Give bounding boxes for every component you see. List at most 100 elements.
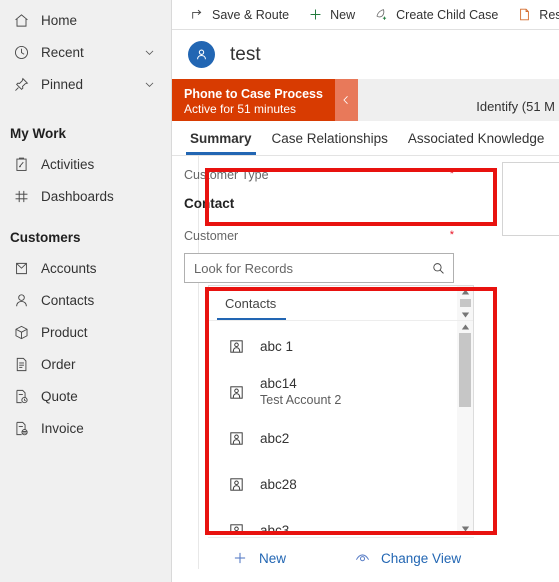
chevron-down-icon[interactable] [141, 44, 157, 60]
sidebar-item-contacts[interactable]: Contacts [0, 284, 171, 316]
sidebar-group-customers: Customers [10, 229, 81, 245]
lookup-change-view-label: Change View [381, 550, 462, 566]
tab-label: Case Relationships [271, 130, 388, 146]
list-item[interactable]: abc2 [209, 415, 457, 461]
sidebar-item-label: Pinned [41, 76, 84, 92]
bpf-status: Active for 51 minutes [184, 102, 297, 116]
lookup-placeholder-text: Look for Records [194, 260, 293, 276]
new-button[interactable]: New [298, 1, 364, 29]
sidebar-item-label: Contacts [41, 292, 95, 308]
sidebar-item-label: Dashboards [41, 188, 114, 204]
sidebar-item-activities[interactable]: Activities [0, 148, 171, 180]
field-label: Customer [184, 229, 239, 243]
plus-icon [307, 6, 324, 23]
record-header: test [172, 30, 559, 79]
bpf-stage-area[interactable]: Identify (51 M [357, 79, 559, 121]
chevron-left-icon[interactable] [334, 79, 358, 121]
field-label-row: Customer * [184, 229, 454, 249]
field-customer[interactable]: Customer * Look for Records [184, 229, 454, 283]
sidebar-item-order[interactable]: Order [0, 348, 171, 380]
field-label-row: Customer Type * [184, 168, 454, 188]
sidebar-item-product[interactable]: Product [0, 316, 171, 348]
sidebar-item-accounts[interactable]: Accounts [0, 252, 171, 284]
sidebar-item-label: Product [41, 324, 88, 340]
bpf-name-block[interactable]: Phone to Case Process Active for 51 minu… [172, 79, 335, 121]
sidebar-item-quote[interactable]: Quote [0, 380, 171, 412]
lookup-list-wrap: abc 1 abc14 Test Account 2 abc2 abc28 ab… [209, 321, 473, 534]
tab-case-relationships[interactable]: Case Relationships [262, 122, 398, 155]
form-tab-strip: Summary Case Relationships Associated Kn… [172, 121, 559, 156]
triangle-up-icon[interactable] [459, 322, 471, 331]
triangle-up-icon[interactable] [459, 287, 471, 296]
eye-icon [352, 548, 372, 568]
sidebar-item-label: Order [41, 356, 76, 372]
field-label: Customer Type [184, 168, 269, 182]
lookup-new-button[interactable]: New [230, 548, 286, 568]
route-arrow-icon [189, 6, 206, 23]
save-and-route-button[interactable]: Save & Route [180, 1, 298, 29]
customer-lookup-input[interactable]: Look for Records [184, 253, 454, 283]
sidebar-item-pinned[interactable]: Pinned [0, 68, 171, 100]
tab-associated-knowledge[interactable]: Associated Knowledge [398, 122, 555, 155]
lookup-change-view-button[interactable]: Change View [352, 548, 461, 568]
list-item[interactable]: abc28 [209, 461, 457, 507]
search-icon[interactable] [429, 259, 447, 277]
chevron-down-icon[interactable] [141, 76, 157, 92]
account-icon [10, 257, 32, 279]
contact-card-icon [227, 429, 246, 448]
lookup-list-scroll-thumb[interactable] [459, 333, 471, 407]
lookup-tab-scrollbar[interactable] [457, 286, 473, 320]
dashboards-icon [10, 185, 32, 207]
create-child-case-button[interactable]: Create Child Case [364, 1, 507, 29]
sidebar-item-home[interactable]: Home [0, 4, 171, 36]
sitemap-sidebar: Home Recent Pinned My Work Activities Da… [0, 0, 172, 582]
lookup-new-label: New [259, 550, 287, 566]
sidebar-item-label: Invoice [41, 420, 84, 436]
home-icon [10, 9, 32, 31]
sidebar-item-label: Activities [41, 156, 95, 172]
clock-icon [10, 41, 32, 63]
page-title: test [230, 43, 261, 65]
activities-icon [10, 153, 32, 175]
document-icon [10, 353, 32, 375]
lookup-tab-label: Contacts [225, 295, 277, 311]
contact-card-icon [227, 337, 246, 356]
sidebar-item-label: Quote [41, 388, 78, 404]
field-value[interactable]: Contact [184, 188, 454, 211]
tab-label: Summary [190, 130, 252, 146]
list-item[interactable]: abc3 [209, 507, 457, 534]
sidebar-item-label: Recent [41, 44, 84, 60]
contact-card-icon [227, 383, 246, 402]
list-item[interactable]: abc 1 [209, 323, 457, 369]
lookup-tab-scroll-thumb[interactable] [459, 299, 471, 307]
box-icon [10, 321, 32, 343]
cmd-label: Save & Route [212, 7, 290, 22]
list-item-texts: abc28 [260, 476, 297, 493]
required-asterisk: * [449, 168, 454, 180]
triangle-down-icon[interactable] [459, 310, 471, 319]
plus-icon [230, 548, 250, 568]
command-bar: Save & Route New Create Child Case Re [172, 0, 559, 30]
resolve-case-button[interactable]: Resol [507, 1, 559, 29]
cmd-label: Resol [539, 7, 559, 22]
tab-summary[interactable]: Summary [180, 122, 262, 155]
child-case-icon [373, 6, 390, 23]
sidebar-item-label: Home [41, 12, 78, 28]
list-item-secondary: Test Account 2 [260, 393, 342, 407]
sidebar-item-recent[interactable]: Recent [0, 36, 171, 68]
list-item-texts: abc 1 [260, 338, 293, 355]
bpf-title: Phone to Case Process [184, 87, 323, 101]
list-item-primary: abc 1 [260, 338, 294, 354]
triangle-down-icon[interactable] [459, 524, 471, 533]
quote-icon [10, 385, 32, 407]
invoice-icon [10, 417, 32, 439]
lookup-tab-contacts[interactable]: Contacts [209, 286, 290, 320]
field-customer-type[interactable]: Customer Type * Contact [184, 168, 454, 211]
list-item[interactable]: abc14 Test Account 2 [209, 369, 457, 415]
lookup-list-scrollbar[interactable] [457, 321, 473, 534]
sidebar-item-invoice[interactable]: Invoice [0, 412, 171, 444]
sidebar-item-dashboards[interactable]: Dashboards [0, 180, 171, 212]
list-item-texts: abc14 Test Account 2 [260, 375, 341, 409]
person-avatar-icon [188, 41, 215, 68]
